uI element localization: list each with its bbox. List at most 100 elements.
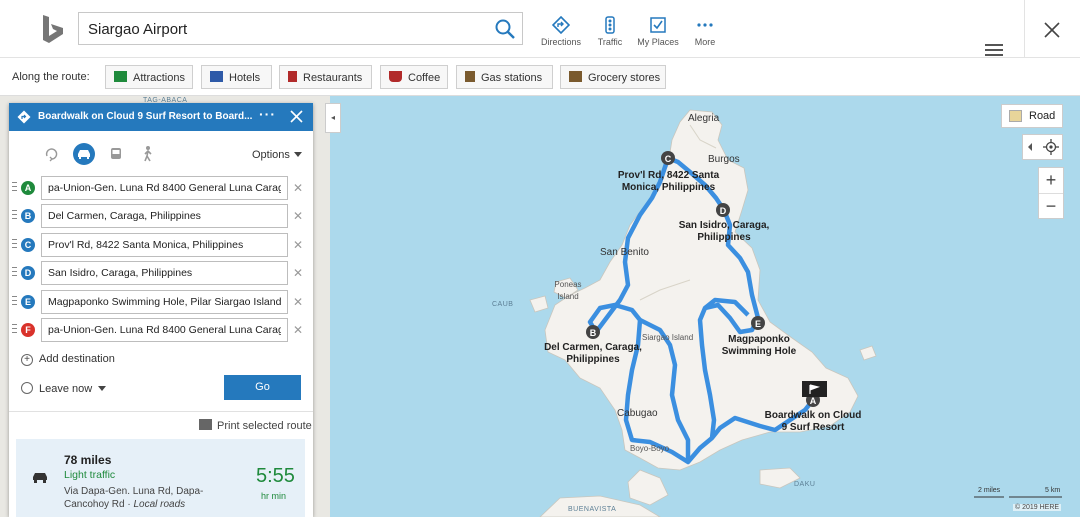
waypoint-row: B✕ — [9, 204, 313, 229]
mode-walk-button[interactable] — [137, 143, 159, 165]
waypoint-badge: C — [21, 237, 35, 252]
panel-header: Boardwalk on Cloud 9 Surf Resort to Boar… — [9, 103, 313, 131]
route-summary-card[interactable]: 78 miles Light traffic Via Dapa-Gen. Lun… — [16, 439, 305, 517]
leave-now-dropdown[interactable]: Leave now — [21, 382, 107, 395]
chip-label: Coffee — [408, 72, 441, 84]
map-label-san-benito: San Benito — [600, 247, 649, 258]
zoom-in-button[interactable]: + — [1039, 168, 1063, 193]
waypoint-input[interactable] — [41, 232, 288, 257]
drag-handle-icon[interactable] — [12, 295, 17, 307]
mode-transit-button[interactable] — [105, 143, 127, 165]
remove-waypoint-icon[interactable]: ✕ — [293, 209, 303, 223]
chip-label: Grocery stores — [588, 72, 661, 84]
close-panel-icon[interactable] — [290, 110, 303, 123]
drag-handle-icon[interactable] — [12, 182, 17, 193]
bing-logo-icon[interactable] — [40, 14, 66, 44]
waypoint-input[interactable] — [41, 204, 288, 229]
search-input[interactable] — [88, 19, 478, 39]
scale-miles: 2 miles — [978, 487, 1001, 494]
chevron-down-icon — [293, 152, 302, 157]
drag-handle-icon[interactable] — [12, 210, 17, 221]
map-label-alegria: Alegria — [688, 113, 720, 124]
clock-icon — [21, 382, 33, 394]
gas-stations-chip[interactable]: Gas stations — [456, 65, 553, 89]
directions-button[interactable]: Directions — [536, 16, 586, 50]
finish-flag-marker — [802, 381, 827, 397]
map-style-button[interactable]: Road — [1001, 104, 1063, 128]
walking-person-icon — [144, 146, 152, 162]
traffic-button[interactable]: Traffic — [585, 16, 635, 50]
remove-waypoint-icon[interactable]: ✕ — [293, 266, 303, 280]
map-label-santa-monica: Prov'l Rd, 8422 Santa Monica, Philippine… — [617, 170, 720, 193]
top-bar: Directions Traffic My Places More — [0, 0, 1080, 58]
map-label-boardwalk: Boardwalk on Cloud 9 Surf Resort — [764, 410, 862, 433]
drag-handle-icon[interactable] — [12, 324, 17, 335]
coffee-chip[interactable]: Coffee — [380, 65, 448, 89]
bed-icon — [210, 71, 223, 82]
map-style-label: Road — [1029, 110, 1056, 122]
chip-label: Restaurants — [303, 72, 363, 84]
travel-modes: Options — [9, 143, 313, 167]
mode-auto-button[interactable] — [41, 143, 63, 165]
remove-waypoint-icon[interactable]: ✕ — [293, 323, 303, 337]
svg-text:B: B — [590, 328, 597, 338]
more-button[interactable]: More — [680, 16, 730, 50]
go-button[interactable]: Go — [224, 375, 301, 400]
panel-title: Boardwalk on Cloud 9 Surf Resort to Boar… — [38, 111, 253, 122]
zoom-out-button[interactable]: − — [1039, 193, 1063, 218]
map-label-del-carmen: Del Carmen, Caraga, Philippines — [544, 342, 642, 365]
locate-me-icon[interactable] — [1043, 139, 1059, 155]
road-map-icon — [1009, 110, 1022, 122]
restaurants-chip[interactable]: Restaurants — [279, 65, 372, 89]
waypoint-input[interactable] — [41, 261, 288, 286]
print-route-label: Print selected route — [217, 420, 312, 432]
my-places-button[interactable]: My Places — [633, 16, 683, 50]
attractions-icon — [114, 71, 127, 82]
grocery-stores-chip[interactable]: Grocery stores — [560, 65, 666, 89]
close-icon[interactable] — [1042, 20, 1062, 40]
waypoint-input[interactable] — [41, 176, 288, 200]
route-mode-icon — [45, 148, 58, 162]
map-label-siargao-island: Siargao Island — [642, 333, 694, 342]
my-places-icon — [650, 17, 666, 33]
route-distance: 78 miles — [64, 453, 112, 467]
waypoint-input[interactable] — [41, 318, 288, 342]
waypoint-marker-b: B — [586, 325, 600, 339]
search-icon[interactable] — [494, 18, 516, 40]
leave-now-label: Leave now — [39, 383, 93, 395]
map-label-buenavista: BUENAVISTA — [568, 506, 617, 513]
map-label-burgos: Burgos — [708, 154, 740, 165]
remove-waypoint-icon[interactable]: ✕ — [293, 295, 303, 309]
drag-handle-icon[interactable] — [12, 267, 17, 278]
drag-handle-icon[interactable] — [12, 238, 17, 250]
via-suffix: Local roads — [133, 499, 186, 510]
shopping-cart-icon — [569, 71, 582, 82]
waypoint-badge: F — [21, 323, 35, 337]
collapse-panel-button[interactable]: ◂ — [325, 103, 341, 133]
coffee-cup-icon — [389, 71, 402, 82]
waypoint-badge: A — [21, 181, 35, 195]
waypoint-row: E✕ — [9, 289, 313, 314]
svg-text:E: E — [755, 319, 761, 329]
options-dropdown[interactable]: Options — [252, 149, 302, 161]
waypoint-row: A✕ — [9, 176, 313, 200]
add-destination-button[interactable]: + Add destination — [21, 353, 115, 366]
mode-drive-button[interactable] — [73, 143, 95, 165]
print-route-link[interactable]: Print selected route — [199, 419, 312, 432]
remove-waypoint-icon[interactable]: ✕ — [293, 238, 303, 252]
options-label: Options — [252, 149, 290, 161]
more-options-icon[interactable]: ··· — [259, 106, 276, 122]
expand-arrow-icon[interactable] — [1026, 141, 1034, 153]
waypoint-input[interactable] — [41, 289, 288, 314]
svg-text:C: C — [665, 154, 672, 164]
waypoint-badge: B — [21, 209, 35, 224]
attractions-chip[interactable]: Attractions — [105, 65, 193, 89]
chevron-down-icon — [98, 386, 107, 391]
hamburger-menu-icon[interactable] — [985, 44, 1003, 56]
route-duration: 5:55 — [256, 465, 295, 487]
hotels-chip[interactable]: Hotels — [201, 65, 272, 89]
remove-waypoint-icon[interactable]: ✕ — [293, 181, 303, 195]
directions-icon — [17, 110, 31, 124]
bus-icon — [111, 148, 121, 159]
divider — [1024, 0, 1025, 58]
